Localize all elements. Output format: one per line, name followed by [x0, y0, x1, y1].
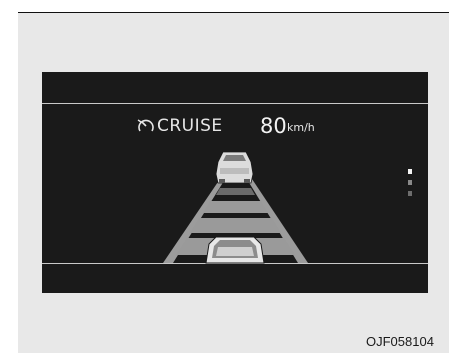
- page-indicator-dot: [408, 180, 412, 185]
- figure-code: OJF058104: [366, 334, 434, 349]
- lead-vehicle-icon: [215, 151, 254, 184]
- page: CRUISE 80 km/h OJF058104: [0, 0, 449, 353]
- page-indicator-dot: [408, 191, 412, 196]
- own-vehicle-icon: [205, 236, 265, 264]
- distance-band-1: [203, 201, 268, 213]
- lane-view: [163, 151, 308, 264]
- page-indicator-dot-active: [408, 169, 412, 174]
- distance-band-far: [216, 188, 255, 195]
- distance-band-2: [190, 218, 281, 233]
- cluster-display: CRUISE 80 km/h: [42, 72, 428, 293]
- page-indicator: [408, 169, 414, 203]
